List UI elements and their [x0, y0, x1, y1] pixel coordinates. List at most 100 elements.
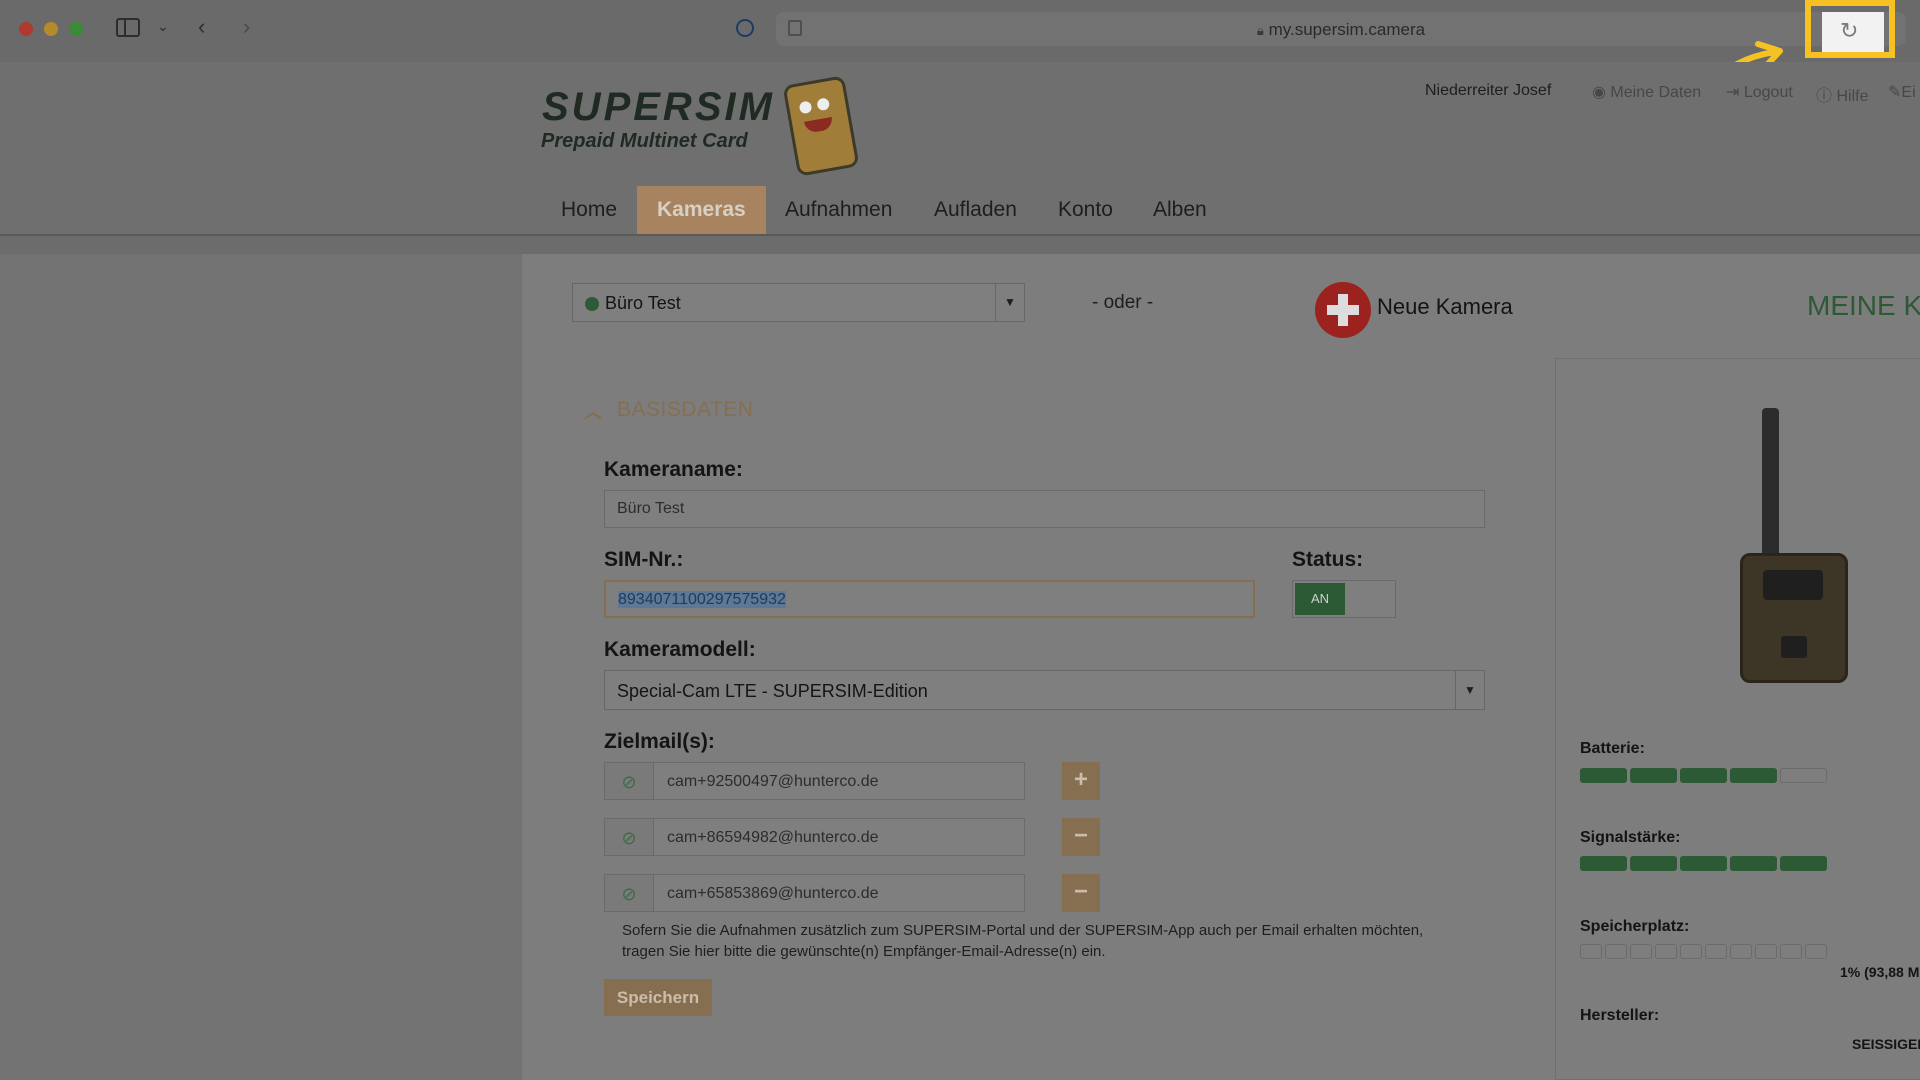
- url-text: 🔒︎ my.supersim.camera: [776, 20, 1906, 40]
- model-select-value: Special-Cam LTE - SUPERSIM-Edition: [617, 681, 928, 701]
- email-row: ⊘ cam+65853869@hunterco.de: [604, 874, 1025, 912]
- signal-segment: [1780, 856, 1827, 871]
- sidebar-toggle-icon[interactable]: [116, 18, 140, 37]
- status-dot-icon: [585, 297, 599, 311]
- header-divider: [0, 236, 1920, 254]
- email-input[interactable]: cam+92500497@hunterco.de: [667, 773, 879, 791]
- signal-segment: [1580, 856, 1627, 871]
- lock-icon: 🔒︎: [1256, 23, 1264, 38]
- email-input[interactable]: cam+86594982@hunterco.de: [667, 829, 879, 847]
- battery-segment: [1580, 768, 1627, 783]
- settings-label: Ei: [1901, 84, 1916, 101]
- storage-segment: [1780, 944, 1802, 959]
- manufacturer-label: Hersteller:: [1580, 1007, 1660, 1024]
- signal-bar: [1580, 856, 1840, 871]
- or-separator: - oder -: [1092, 292, 1154, 313]
- battery-label: Batterie:: [1580, 740, 1645, 757]
- camera-select[interactable]: Büro Test ▼: [572, 283, 1025, 322]
- chevron-up-icon[interactable]: ︿: [584, 398, 602, 424]
- remove-email-button[interactable]: −: [1062, 874, 1100, 912]
- logout-label: Logout: [1743, 84, 1793, 101]
- new-camera-button[interactable]: Neue Kamera: [1377, 294, 1513, 320]
- user-name: Niederreiter Josef: [1425, 82, 1552, 99]
- logo-subtitle: Prepaid Multinet Card: [541, 130, 748, 152]
- wrench-icon: ✎: [1888, 84, 1902, 101]
- signal-label: Signalstärke:: [1580, 829, 1681, 846]
- storage-segment: [1805, 944, 1827, 959]
- email-hint: Sofern Sie die Aufnahmen zusätzlich zum …: [622, 920, 1423, 962]
- privacy-report-icon[interactable]: [736, 19, 754, 37]
- back-icon[interactable]: ‹: [198, 14, 205, 40]
- email-row: ⊘ cam+86594982@hunterco.de: [604, 818, 1025, 856]
- signal-segment: [1680, 856, 1727, 871]
- remove-email-button[interactable]: −: [1062, 818, 1100, 856]
- close-window-button[interactable]: [19, 22, 33, 36]
- help-link[interactable]: ⓘ Hilfe: [1816, 82, 1868, 106]
- forward-icon[interactable]: ›: [243, 14, 250, 40]
- nav-home[interactable]: Home: [541, 186, 637, 234]
- maximize-window-button[interactable]: [69, 22, 83, 36]
- storage-segment: [1705, 944, 1727, 959]
- signal-segment: [1730, 856, 1777, 871]
- my-cameras-heading: MEINE K: [1807, 290, 1920, 321]
- model-select[interactable]: Special-Cam LTE - SUPERSIM-Edition ▼: [604, 670, 1485, 710]
- browser-toolbar: ⌄ ‹ › 🔒︎ my.supersim.camera ↻: [0, 0, 1920, 63]
- nav-aufladen[interactable]: Aufladen: [914, 186, 1037, 234]
- battery-segment: [1780, 768, 1827, 783]
- save-button[interactable]: Speichern: [604, 979, 712, 1016]
- section-title[interactable]: BASISDATEN: [617, 398, 753, 422]
- sim-input-value: 8934071100297575932: [618, 591, 786, 608]
- battery-segment: [1680, 768, 1727, 783]
- reload-button[interactable]: ↻: [1822, 12, 1884, 52]
- storage-segment: [1630, 944, 1652, 959]
- battery-bar: [1580, 768, 1840, 783]
- url-value: my.supersim.camera: [1268, 20, 1426, 39]
- sim-input[interactable]: 8934071100297575932: [604, 580, 1255, 618]
- emails-label: Zielmail(s):: [604, 730, 715, 753]
- storage-segment: [1680, 944, 1702, 959]
- chevron-down-icon: ▼: [1455, 671, 1484, 709]
- storage-bar: [1580, 944, 1840, 959]
- storage-segment: [1655, 944, 1677, 959]
- manufacturer-value: SEISSIGEI: [1852, 1036, 1920, 1052]
- logo-title[interactable]: SUPERSIM: [542, 85, 775, 130]
- battery-segment: [1730, 768, 1777, 783]
- status-label: Status:: [1292, 548, 1364, 571]
- nav-alben[interactable]: Alben: [1133, 186, 1227, 234]
- email-hint-line-2: tragen Sie hier bitte die gewünschte(n) …: [622, 943, 1106, 960]
- meine-daten-label: Meine Daten: [1610, 84, 1702, 101]
- add-camera-icon[interactable]: [1315, 282, 1371, 338]
- chevron-down-icon: ▼: [995, 284, 1024, 321]
- email-row: ⊘ cam+92500497@hunterco.de: [604, 762, 1025, 800]
- storage-label: Speicherplatz:: [1580, 918, 1690, 935]
- help-icon: ⓘ: [1816, 88, 1833, 105]
- storage-value: 1% (93,88 M: [1840, 964, 1920, 980]
- nav-kameras[interactable]: Kameras: [637, 186, 766, 234]
- left-gutter: [0, 254, 522, 1080]
- model-label: Kameramodell:: [604, 638, 756, 661]
- camera-name-input[interactable]: Büro Test: [604, 490, 1485, 528]
- storage-segment: [1580, 944, 1602, 959]
- minimize-window-button[interactable]: [44, 22, 58, 36]
- status-toggle[interactable]: AN: [1292, 580, 1396, 618]
- add-email-button[interactable]: +: [1062, 762, 1100, 800]
- reload-icon: ↻: [1840, 18, 1859, 43]
- settings-link[interactable]: ✎Ei: [1888, 82, 1916, 102]
- highlight-box: ↻: [1805, 0, 1895, 58]
- meine-daten-link[interactable]: ◉ Meine Daten: [1592, 82, 1701, 102]
- email-hint-line-1: Sofern Sie die Aufnahmen zusätzlich zum …: [622, 922, 1424, 939]
- camera-name-label: Kameraname:: [604, 458, 743, 481]
- nav-aufnahmen[interactable]: Aufnahmen: [765, 186, 912, 234]
- storage-segment: [1755, 944, 1777, 959]
- nav-konto[interactable]: Konto: [1038, 186, 1133, 234]
- help-label: Hilfe: [1836, 88, 1869, 105]
- status-toggle-on: AN: [1295, 583, 1345, 615]
- battery-segment: [1630, 768, 1677, 783]
- email-input[interactable]: cam+65853869@hunterco.de: [667, 885, 879, 903]
- signal-segment: [1630, 856, 1677, 871]
- logout-link[interactable]: ⇥ Logout: [1726, 82, 1793, 102]
- storage-segment: [1605, 944, 1627, 959]
- chevron-down-icon[interactable]: ⌄: [157, 18, 169, 35]
- user-icon: ◉: [1592, 84, 1606, 101]
- check-circle-icon: ⊘: [605, 875, 654, 911]
